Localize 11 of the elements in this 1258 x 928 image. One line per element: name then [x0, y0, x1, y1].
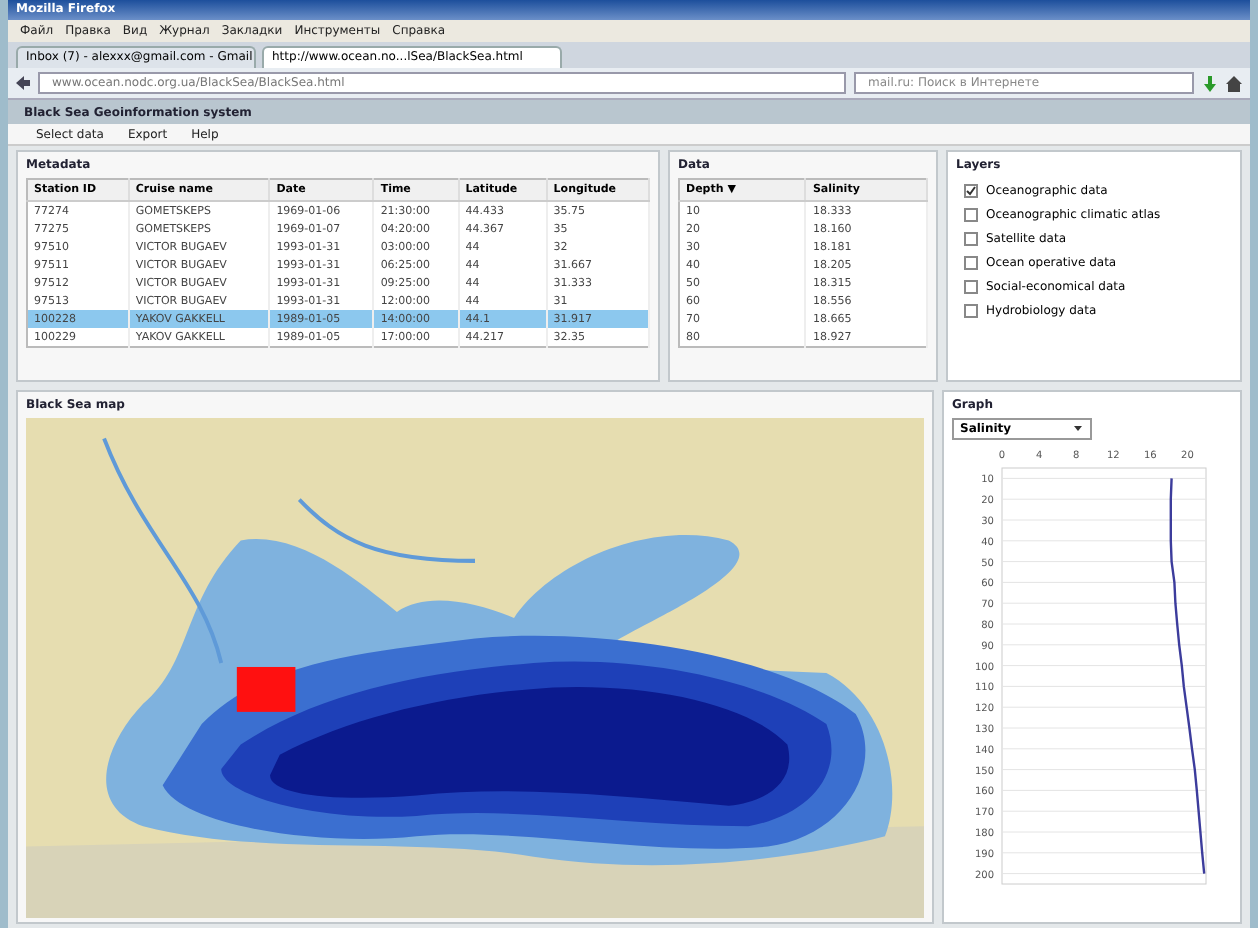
caret-icon [1072, 422, 1084, 434]
station-marker[interactable] [236, 667, 296, 712]
home-icon[interactable] [1226, 75, 1242, 91]
download-icon[interactable] [1202, 75, 1218, 91]
checkbox[interactable] [964, 207, 978, 221]
checkbox[interactable] [964, 255, 978, 269]
back-icon[interactable] [16, 76, 30, 90]
checkbox[interactable] [964, 303, 978, 317]
checkbox[interactable] [964, 279, 978, 293]
checkbox[interactable] [964, 183, 978, 197]
checkbox[interactable] [964, 231, 978, 245]
